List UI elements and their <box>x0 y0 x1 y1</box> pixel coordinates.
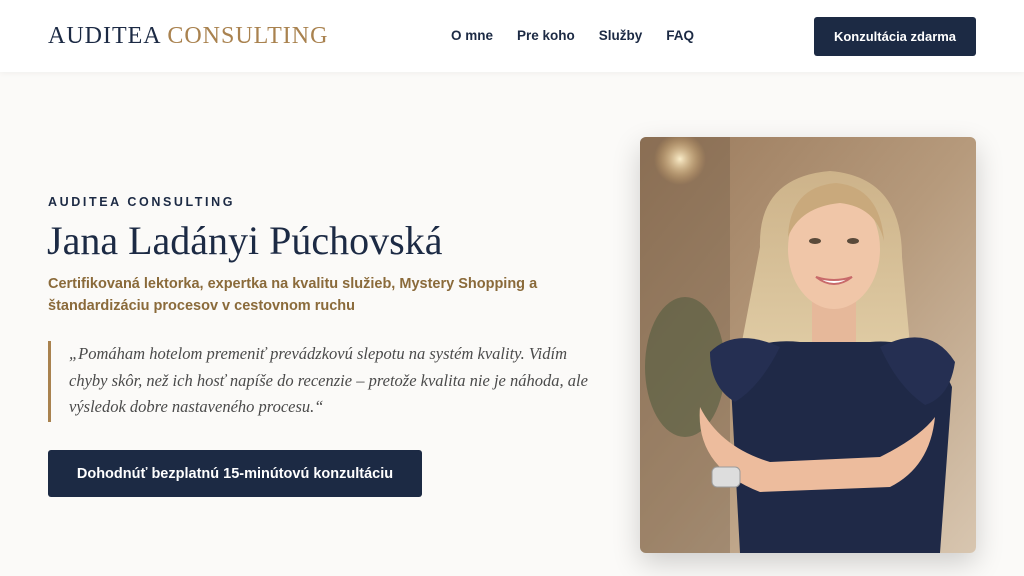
main-nav: O mne Pre koho Služby FAQ <box>451 27 694 45</box>
portrait-illustration <box>640 137 976 553</box>
book-consultation-button[interactable]: Dohodnúť bezplatnú 15-minútovú konzultác… <box>48 450 422 497</box>
site-header: AUDITEA CONSULTING O mne Pre koho Služby… <box>0 0 1024 72</box>
logo-secondary: CONSULTING <box>167 23 329 49</box>
hero-eyebrow: AUDITEA CONSULTING <box>48 195 236 209</box>
logo[interactable]: AUDITEA CONSULTING <box>48 22 328 50</box>
hero-quote: „Pomáham hotelom premeniť prevádzkovú sl… <box>48 341 588 422</box>
nav-item-sluzby[interactable]: Služby <box>599 27 643 45</box>
hero-name: Jana Ladányi Púchovská <box>47 218 443 263</box>
free-consultation-button[interactable]: Konzultácia zdarma <box>814 17 976 56</box>
nav-item-faq[interactable]: FAQ <box>666 27 694 45</box>
logo-primary: AUDITEA <box>48 23 161 49</box>
nav-item-pre-koho[interactable]: Pre koho <box>517 27 575 45</box>
hero-subtitle: Certifikovaná lektorka, expertka na kval… <box>48 276 538 314</box>
nav-item-o-mne[interactable]: O mne <box>451 27 493 45</box>
portrait-photo <box>640 137 976 553</box>
